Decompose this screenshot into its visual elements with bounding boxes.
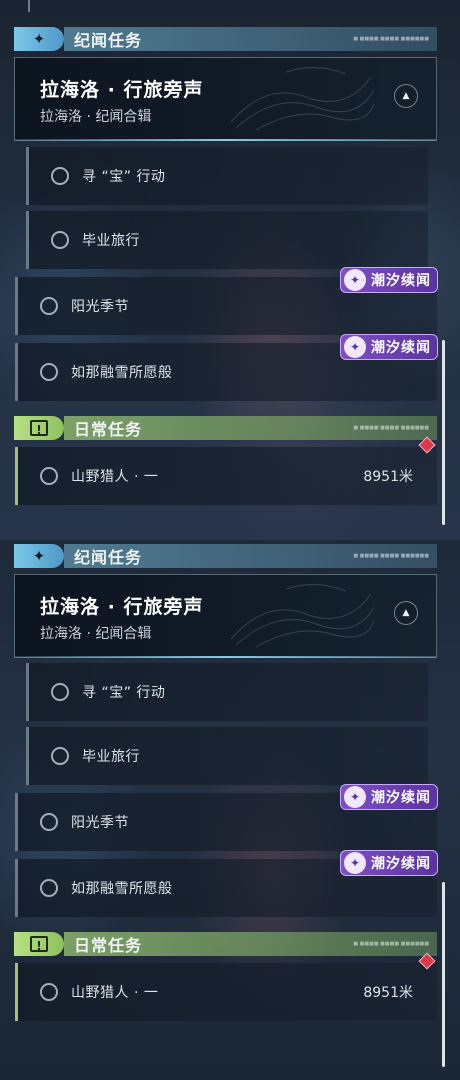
category-tag: ■ ■■■■ ■■■■ ■■■■■■ (353, 941, 429, 947)
tidal-emblem-icon: ✦ (344, 786, 366, 808)
category-tag: ■ ■■■■ ■■■■ ■■■■■■ (353, 36, 429, 42)
tidal-emblem-icon: ✦ (344, 336, 366, 358)
divider-line (28, 0, 30, 12)
radio-circle-icon[interactable] (40, 363, 58, 381)
radio-circle-icon[interactable] (51, 683, 69, 701)
scrollbar-thumb[interactable] (442, 340, 445, 525)
exclamation-box-icon: ! (14, 932, 64, 956)
radio-circle-icon[interactable] (40, 297, 58, 315)
scrollbar-thumb[interactable] (442, 882, 445, 1067)
quest-group-title: 拉海洛 · 行旅旁声 (40, 79, 204, 101)
quest-group-header[interactable]: 拉海洛 · 行旅旁声 拉海洛 · 纪闻合辑 ▲ (14, 57, 437, 141)
radio-circle-icon[interactable] (40, 983, 58, 1001)
quest-group-title: 拉海洛 · 行旅旁声 (40, 596, 204, 618)
quest-label: 毕业旅行 (82, 749, 140, 765)
badge-label: 潮汐续闻 (371, 340, 431, 356)
category-title: 日常任务 (74, 420, 143, 439)
category-title: 纪闻任务 (74, 31, 143, 50)
tidal-emblem-icon: ✦ (344, 852, 366, 874)
list-item-sub-quest[interactable]: 寻 “宝” 行动 (26, 663, 428, 721)
badge-label: 潮汐续闻 (371, 790, 431, 806)
contour-decoration (230, 584, 375, 648)
sparkle-icon: ✦ (14, 544, 64, 568)
sparkle-icon: ✦ (14, 27, 64, 51)
quest-panel-bottom: ✦ 纪闻任务 ■ ■■■■ ■■■■ ■■■■■■ 拉海洛 · 行旅旁声 拉海洛… (0, 540, 460, 1080)
quest-label: 山野猎人 · 一 (71, 469, 159, 485)
quest-label: 阳光季节 (71, 299, 129, 315)
quest-panel-top: ✦ 纪闻任务 ■ ■■■■ ■■■■ ■■■■■■ 拉海洛 · 行旅旁声 拉海洛… (0, 0, 460, 540)
list-item-sub-quest[interactable]: 毕业旅行 (26, 727, 428, 785)
category-header-daily[interactable]: ! 日常任务 ■ ■■■■ ■■■■ ■■■■■■ (14, 416, 437, 440)
distance-readout: 8951米 (363, 985, 413, 1001)
tidal-sequel-badge: ✦ 潮汐续闻 (340, 850, 438, 876)
category-tag: ■ ■■■■ ■■■■ ■■■■■■ (353, 553, 429, 559)
quest-group-header[interactable]: 拉海洛 · 行旅旁声 拉海洛 · 纪闻合辑 ▲ (14, 574, 437, 658)
category-title: 纪闻任务 (74, 548, 143, 567)
badge-label: 潮汐续闻 (371, 856, 431, 872)
quest-group-subtitle: 拉海洛 · 纪闻合辑 (40, 626, 152, 642)
list-item-daily-quest[interactable]: 山野猎人 · 一 8951米 (15, 952, 437, 1021)
chevron-up-icon[interactable]: ▲ (394, 84, 418, 108)
category-title: 日常任务 (74, 936, 143, 955)
radio-circle-icon[interactable] (40, 879, 58, 897)
badge-label: 潮汐续闻 (371, 273, 431, 289)
quest-label: 寻 “宝” 行动 (82, 685, 166, 701)
tidal-emblem-icon: ✦ (344, 269, 366, 291)
radio-circle-icon[interactable] (40, 813, 58, 831)
chevron-up-icon[interactable]: ▲ (394, 601, 418, 625)
quest-label: 山野猎人 · 一 (71, 985, 159, 1001)
radio-circle-icon[interactable] (40, 467, 58, 485)
quest-label: 毕业旅行 (82, 233, 140, 249)
tidal-sequel-badge: ✦ 潮汐续闻 (340, 267, 438, 293)
radio-circle-icon[interactable] (51, 747, 69, 765)
list-item-sub-quest[interactable]: 毕业旅行 (26, 211, 428, 269)
quest-label: 如那融雪所愿般 (71, 365, 173, 381)
radio-circle-icon[interactable] (51, 167, 69, 185)
quest-label: 阳光季节 (71, 815, 129, 831)
quest-label: 寻 “宝” 行动 (82, 169, 166, 185)
list-item-daily-quest[interactable]: 山野猎人 · 一 8951米 (15, 436, 437, 505)
distance-readout: 8951米 (363, 469, 413, 485)
quest-label: 如那融雪所愿般 (71, 881, 173, 897)
category-header-story[interactable]: ✦ 纪闻任务 ■ ■■■■ ■■■■ ■■■■■■ (14, 27, 437, 51)
radio-circle-icon[interactable] (51, 231, 69, 249)
tidal-sequel-badge: ✦ 潮汐续闻 (340, 784, 438, 810)
quest-group-subtitle: 拉海洛 · 纪闻合辑 (40, 109, 152, 125)
category-header-story[interactable]: ✦ 纪闻任务 ■ ■■■■ ■■■■ ■■■■■■ (14, 544, 437, 568)
category-tag: ■ ■■■■ ■■■■ ■■■■■■ (353, 425, 429, 431)
contour-decoration (230, 67, 375, 131)
exclamation-box-icon: ! (14, 416, 64, 440)
tidal-sequel-badge: ✦ 潮汐续闻 (340, 334, 438, 360)
list-item-sub-quest[interactable]: 寻 “宝” 行动 (26, 147, 428, 205)
category-header-daily[interactable]: ! 日常任务 ■ ■■■■ ■■■■ ■■■■■■ (14, 932, 437, 956)
